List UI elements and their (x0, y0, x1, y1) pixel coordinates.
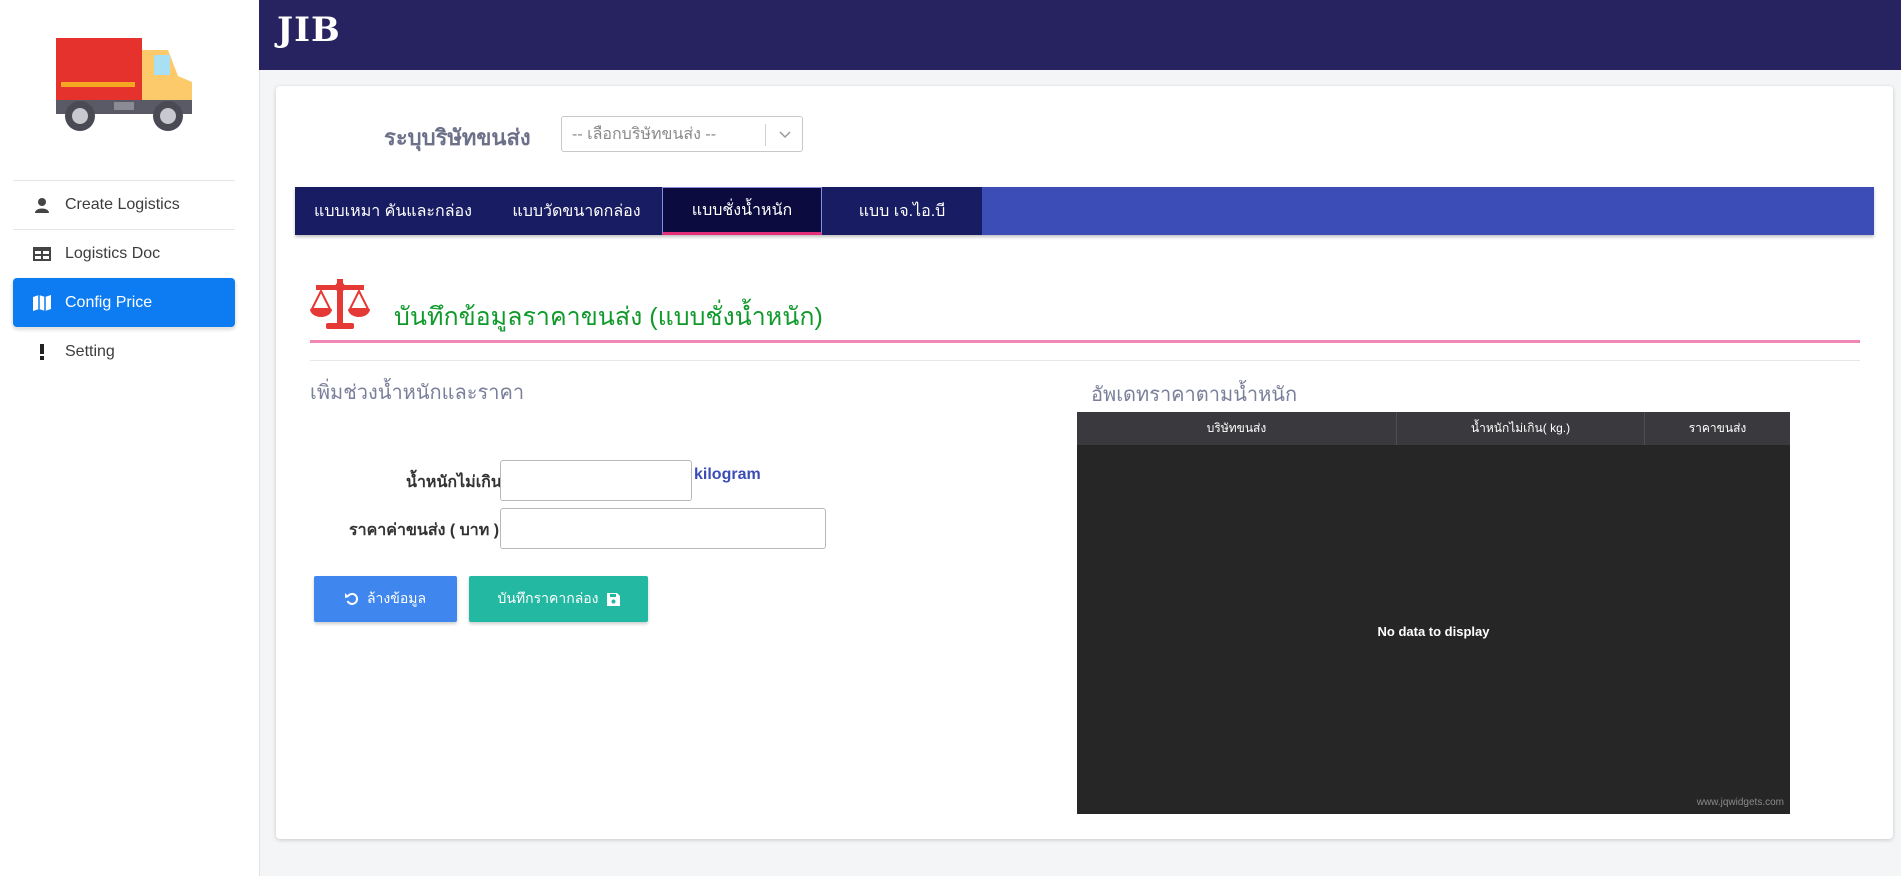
user-icon (33, 196, 51, 214)
price-label: ราคาค่าขนส่ง ( บาท ) (349, 522, 500, 539)
add-range-subtitle: เพิ่มช่วงน้ำหนักและราคา (310, 382, 525, 404)
price-input[interactable] (500, 508, 826, 549)
select-divider (765, 124, 766, 146)
sidebar-item-label: Create Logistics (65, 196, 180, 213)
chevron-down-icon (779, 131, 791, 139)
sidebar-item-setting[interactable]: Setting (13, 327, 235, 376)
sidebar-nav: Create Logistics Logistics Doc Config Pr… (13, 180, 235, 376)
grid-watermark: www.jqwidgets.com (1696, 797, 1784, 808)
grid-empty-message: No data to display (1377, 624, 1490, 639)
table-icon (33, 245, 51, 263)
weight-input[interactable] (500, 460, 692, 501)
grid-column-header[interactable]: น้ำหนักไม่เกิน( kg.) (1397, 412, 1645, 445)
tab-lump-sum[interactable]: แบบเหมา คันและกล่อง (295, 187, 491, 235)
clear-button-label: ล้างข้อมูล (366, 590, 427, 606)
floppy-disk-icon (606, 592, 620, 606)
tab-weight[interactable]: แบบชั่งน้ำหนัก (662, 187, 822, 235)
tab-jib[interactable]: แบบ เจ.ไอ.บี (822, 187, 982, 235)
map-icon (33, 294, 51, 312)
sidebar-item-logistics-doc[interactable]: Logistics Doc (13, 229, 235, 278)
balance-scale-icon (310, 279, 370, 329)
clear-button[interactable]: ล้างข้อมูล (314, 576, 457, 622)
sidebar-item-label: Config Price (65, 293, 153, 311)
sidebar-item-create-logistics[interactable]: Create Logistics (13, 180, 235, 229)
price-type-tabs: แบบเหมา คันและกล่อง แบบวัดขนาดกล่อง แบบช… (295, 187, 1874, 235)
undo-icon (344, 592, 359, 605)
main-card: ระบุบริษัทขนส่ง -- เลือกบริษัทขนส่ง -- แ… (276, 86, 1893, 839)
sidebar-item-config-price[interactable]: Config Price (13, 278, 235, 327)
sidebar-item-label: Logistics Doc (65, 245, 161, 262)
grid-column-header[interactable]: บริษัทขนส่ง (1077, 412, 1397, 445)
jib-logo: JIB (277, 10, 341, 50)
weight-label: น้ำหนักไม่เกิน (406, 474, 502, 491)
section-divider (310, 360, 1860, 361)
section-title: บันทึกข้อมูลราคาขนส่ง (แบบชั่งน้ำหนัก) (394, 303, 823, 331)
update-price-subtitle: อัพเดทราคาตามน้ำหนัก (1091, 384, 1298, 406)
company-select[interactable]: -- เลือกบริษัทขนส่ง -- (561, 116, 803, 152)
save-button[interactable]: บันทึกราคากล่อง (469, 576, 648, 622)
company-label: ระบุบริษัทขนส่ง (384, 125, 531, 150)
truck-logo-icon (56, 38, 192, 131)
sidebar-item-label: Setting (65, 343, 115, 360)
company-select-value: -- เลือกบริษัทขนส่ง -- (572, 125, 717, 143)
weight-unit: kilogram (694, 466, 761, 483)
save-button-label: บันทึกราคากล่อง (497, 590, 599, 606)
tab-box-size[interactable]: แบบวัดขนาดกล่อง (491, 187, 662, 235)
grid-column-header[interactable]: ราคาขนส่ง (1645, 412, 1790, 445)
exclamation-icon (33, 343, 51, 361)
grid-header: บริษัทขนส่ง น้ำหนักไม่เกิน( kg.) ราคาขนส… (1077, 412, 1790, 445)
title-divider (310, 340, 1860, 343)
sidebar: Create Logistics Logistics Doc Config Pr… (0, 0, 260, 876)
top-bar: JIB (259, 0, 1901, 70)
weight-price-grid: บริษัทขนส่ง น้ำหนักไม่เกิน( kg.) ราคาขนส… (1077, 412, 1790, 814)
